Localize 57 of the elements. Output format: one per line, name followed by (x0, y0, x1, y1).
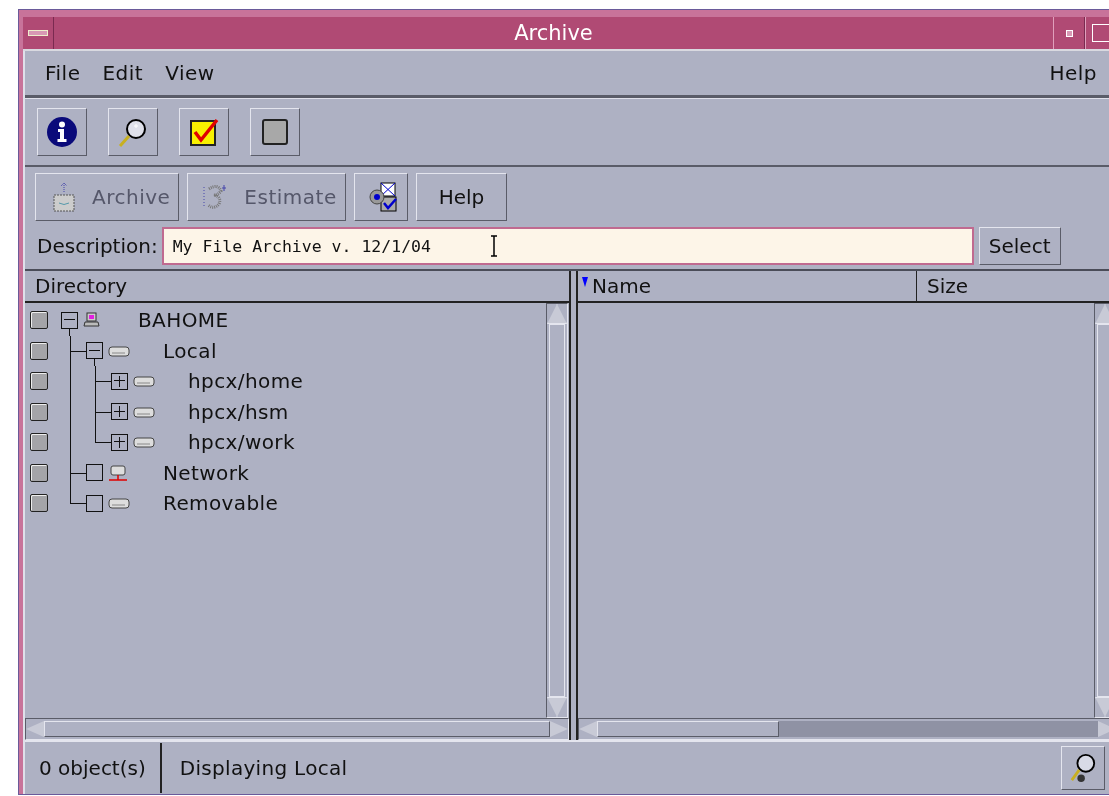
maximize-button[interactable] (1085, 17, 1109, 49)
horizontal-scrollbar[interactable] (578, 718, 1109, 740)
toolbar-button[interactable] (108, 108, 158, 156)
expand-box[interactable] (111, 403, 128, 421)
menu-item[interactable]: Edit (102, 61, 144, 85)
envelope-check-icon (366, 181, 399, 213)
search-button[interactable] (1061, 746, 1105, 790)
checkbox[interactable] (30, 494, 48, 513)
text-cursor-icon (489, 235, 498, 257)
tree-item[interactable]: Removable (163, 491, 279, 516)
tree-item[interactable]: Local (163, 338, 217, 363)
toolbar-button[interactable] (250, 108, 300, 156)
icon-button[interactable] (353, 173, 408, 221)
tree-node-box[interactable] (86, 494, 103, 512)
window-title: Archive (513, 20, 594, 47)
tree-item[interactable]: BAHOME (138, 308, 229, 333)
vertical-scrollbar[interactable] (546, 303, 568, 718)
tree-item[interactable]: Network (163, 460, 250, 485)
pane-splitter[interactable] (569, 271, 578, 740)
checkbox[interactable] (30, 402, 48, 421)
description-label: Description: (37, 234, 158, 258)
checkbox[interactable] (30, 372, 48, 391)
object-count: 0 object(s) (25, 743, 162, 793)
menu-item[interactable]: View (165, 61, 215, 85)
help-menu[interactable]: Help (1049, 61, 1097, 85)
column-header[interactable]: Directory (25, 271, 569, 301)
select-button[interactable]: Select (978, 227, 1061, 265)
tree-item[interactable]: hpcx/home (188, 369, 304, 394)
expand-box[interactable] (111, 433, 128, 451)
drive-icon (133, 373, 155, 390)
column-header[interactable]: Size (917, 271, 1109, 301)
minimize-button[interactable] (1053, 17, 1085, 49)
menu-item[interactable]: File (45, 61, 81, 85)
checkbox[interactable] (30, 341, 48, 360)
description-field[interactable]: My File Archive v. 12/1/04 (161, 227, 974, 265)
toolbar-button[interactable] (179, 108, 229, 156)
horizontal-scrollbar[interactable] (25, 718, 569, 740)
help-button[interactable]: Help (415, 173, 508, 221)
tree-item[interactable]: hpcx/work (188, 430, 295, 455)
search-icon (117, 116, 149, 148)
expand-box[interactable] (111, 372, 128, 390)
tree-node-box[interactable] (86, 464, 103, 482)
checkbox[interactable] (30, 463, 48, 482)
info-icon (46, 116, 78, 148)
status-message: Displaying Local (178, 756, 348, 780)
drive-icon (133, 434, 155, 451)
empty-box-icon (259, 116, 291, 148)
toolbar-button[interactable] (37, 108, 87, 156)
collapse-box[interactable] (61, 311, 78, 329)
tree-item[interactable]: hpcx/hsm (188, 399, 289, 424)
network-drive-icon (108, 464, 130, 481)
checkbox[interactable] (30, 433, 48, 452)
checkbox[interactable] (30, 311, 48, 330)
search-icon (1069, 752, 1097, 784)
column-header[interactable]: Name (578, 271, 917, 301)
collapse-box[interactable] (86, 342, 103, 360)
drive-icon (108, 495, 130, 512)
